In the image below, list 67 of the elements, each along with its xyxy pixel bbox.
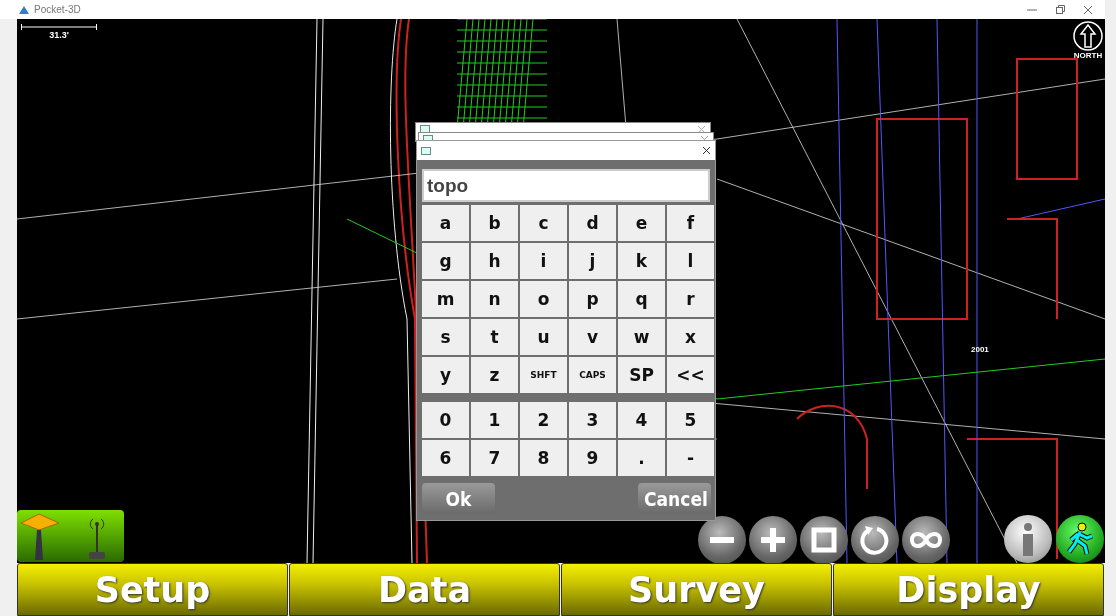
keyboard-key[interactable]: z (471, 357, 518, 393)
infinity-button[interactable] (902, 516, 950, 563)
info-button[interactable] (1004, 515, 1052, 563)
keyboard-key[interactable]: d (569, 205, 616, 241)
minus-icon (710, 537, 734, 543)
keyboard-key[interactable]: o (520, 281, 567, 317)
walk-mode-button[interactable] (1056, 515, 1104, 563)
keyboard-key[interactable]: << (667, 357, 714, 393)
keyboard-key[interactable]: 7 (471, 440, 518, 476)
keyboard-key[interactable]: j (569, 243, 616, 279)
keyboard-key[interactable]: b (471, 205, 518, 241)
scale-label: 31.3' (49, 30, 69, 40)
keyboard-key[interactable]: i (520, 243, 567, 279)
keyboard-key[interactable]: x (667, 319, 714, 355)
keyboard-key[interactable]: h (471, 243, 518, 279)
keyboard-key[interactable]: n (471, 281, 518, 317)
keyboard-key[interactable]: f (667, 205, 714, 241)
zoom-in-button[interactable] (749, 516, 797, 563)
rotate-icon (859, 524, 891, 556)
keyboard-key[interactable]: k (618, 243, 665, 279)
restore-icon[interactable] (1055, 4, 1065, 15)
close-icon (697, 125, 706, 134)
keyboard-key[interactable]: c (520, 205, 567, 241)
zoom-extents-button[interactable] (800, 516, 848, 563)
plus-icon (758, 525, 788, 555)
walking-person-icon (1065, 522, 1095, 556)
north-label: NORTH (1073, 51, 1103, 60)
keyboard-key[interactable]: 6 (422, 440, 469, 476)
square-icon (810, 526, 838, 554)
keyboard-key[interactable]: SP (618, 357, 665, 393)
keyboard-key[interactable]: 9 (569, 440, 616, 476)
app-icon (18, 4, 30, 15)
close-icon[interactable] (702, 146, 711, 155)
input-field[interactable]: topo (422, 169, 710, 202)
keyboard-key[interactable]: 1 (471, 402, 518, 438)
keyboard-key[interactable]: 5 (667, 402, 714, 438)
keyboard-key[interactable]: m (422, 281, 469, 317)
refresh-button[interactable] (851, 516, 899, 563)
scale-bar-icon (21, 24, 97, 30)
keyboard-key[interactable]: t (471, 319, 518, 355)
keyboard-key[interactable]: SHFT (520, 357, 567, 393)
keyboard-key[interactable]: 4 (618, 402, 665, 438)
keyboard-key[interactable]: 8 (520, 440, 567, 476)
keyboard-key[interactable]: r (667, 281, 714, 317)
zoom-out-button[interactable] (698, 516, 746, 563)
keyboard-key[interactable]: 3 (569, 402, 616, 438)
keyboard-key[interactable]: q (618, 281, 665, 317)
keyboard-key[interactable]: . (618, 440, 665, 476)
keyboard-key[interactable]: v (569, 319, 616, 355)
keyboard-key[interactable]: l (667, 243, 714, 279)
keyboard-key[interactable]: a (422, 205, 469, 241)
status-panel[interactable] (17, 510, 124, 562)
keyboard-key[interactable]: s (422, 319, 469, 355)
info-icon (1021, 522, 1035, 556)
keyboard-key[interactable]: w (618, 319, 665, 355)
keyboard-key[interactable]: CAPS (569, 357, 616, 393)
keyboard-key[interactable]: u (520, 319, 567, 355)
keyboard-key[interactable]: - (667, 440, 714, 476)
keyboard-key[interactable]: 2 (520, 402, 567, 438)
window-title: Pocket-3D (34, 4, 81, 15)
keyboard-key[interactable]: y (422, 357, 469, 393)
close-icon[interactable] (1083, 4, 1093, 15)
keyboard-key[interactable]: 0 (422, 402, 469, 438)
keyboard-key[interactable]: g (422, 243, 469, 279)
point-label: 2001 (971, 345, 989, 354)
keyboard-key[interactable]: e (618, 205, 665, 241)
keyboard-key[interactable]: p (569, 281, 616, 317)
